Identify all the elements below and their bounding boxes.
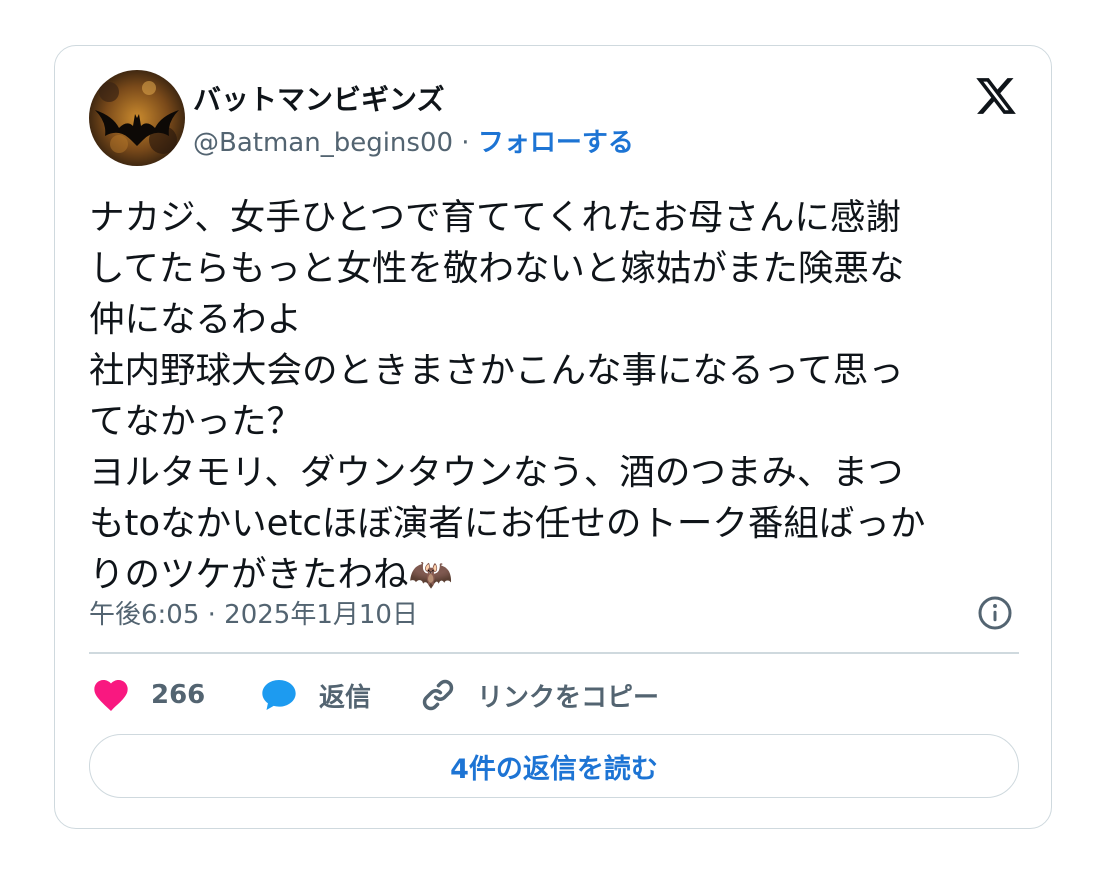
follow-link[interactable]: フォローする bbox=[478, 128, 634, 158]
tweet-line: もtoなかいetcほぼ演者にお任せのトーク番組ばっか bbox=[89, 503, 926, 544]
tweet-line: ヨルタモリ、ダウンタウンなう、酒のつまみ、まつ bbox=[89, 452, 904, 493]
info-icon[interactable] bbox=[977, 595, 1013, 631]
like-count: 266 bbox=[151, 680, 206, 710]
copy-link-label: リンクをコピー bbox=[477, 682, 660, 713]
handle-row: @Batman_begins00 · フォローする bbox=[193, 122, 634, 159]
read-replies-label: 4件の返信を読む bbox=[450, 753, 658, 785]
display-name[interactable]: バットマンビギンズ bbox=[193, 78, 444, 118]
tweet-timestamp[interactable]: 午後6:05 · 2025年1月10日 bbox=[89, 594, 418, 631]
x-logo-icon[interactable] bbox=[973, 74, 1019, 118]
bat-symbol-avatar-image bbox=[89, 70, 185, 166]
tweet-line: 仲になるわよ bbox=[89, 299, 303, 340]
copy-link-button[interactable]: リンクをコピー bbox=[419, 670, 659, 720]
user-handle[interactable]: @Batman_begins00 bbox=[193, 128, 453, 158]
tweet-line: ナカジ、女手ひとつで育ててくれたお母さんに感謝 bbox=[89, 197, 901, 238]
reply-label: 返信 bbox=[319, 682, 372, 713]
embedded-tweet-card: バットマンビギンズ @Batman_begins00 · フォローする ナカジ、… bbox=[54, 45, 1052, 829]
link-icon bbox=[422, 679, 454, 711]
like-button[interactable]: 266 bbox=[91, 670, 205, 720]
tweet-line: てなかった？ bbox=[89, 401, 303, 442]
tweet-line: りのツケがきたわね🦇 bbox=[89, 554, 453, 595]
tweet-line: してたらもっと女性を敬わないと嫁姑がまた険悪な bbox=[89, 248, 905, 289]
separator-dot: · bbox=[453, 128, 478, 158]
speech-bubble-icon bbox=[262, 680, 296, 710]
tweet-text: ナカジ、女手ひとつで育ててくれたお母さんに感謝 してたらもっと女性を敬わないと嫁姑… bbox=[89, 192, 1024, 600]
heart-icon bbox=[94, 680, 128, 711]
reply-button[interactable]: 返信 bbox=[259, 670, 371, 720]
read-replies-button[interactable]: 4件の返信を読む bbox=[89, 734, 1019, 798]
divider bbox=[89, 652, 1019, 654]
tweet-line: 社内野球大会のときまさかこんな事になるって思っ bbox=[89, 350, 904, 391]
avatar[interactable] bbox=[89, 70, 185, 166]
